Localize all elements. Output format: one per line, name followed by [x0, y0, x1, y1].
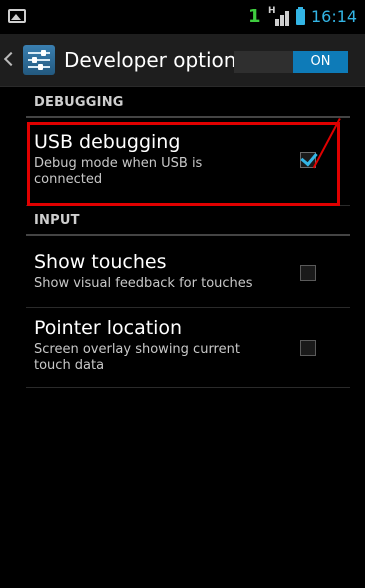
gallery-notification-icon [8, 9, 26, 23]
hspa-signal-icon: H [268, 6, 292, 26]
section-header-input: INPUT [26, 206, 350, 236]
settings-sliders-icon[interactable] [23, 45, 55, 75]
pref-summary: Show visual feedback for touches [34, 276, 253, 291]
pref-show-touches[interactable]: Show touches Show visual feedback for to… [26, 244, 350, 308]
pref-summary: Screen overlay showing current touch dat… [34, 342, 240, 373]
battery-icon [296, 7, 305, 25]
sim-one-icon: 1 [248, 6, 261, 27]
network-type-label: H [268, 6, 276, 16]
pref-title: Pointer location [34, 317, 183, 339]
action-bar: Developer options ON [0, 34, 365, 87]
pointer-location-checkbox[interactable] [300, 340, 316, 356]
page-title: Developer options [64, 48, 247, 72]
switch-on-label: ON [293, 51, 348, 73]
status-bar: 1 H 16:14 [0, 0, 365, 34]
show-touches-checkbox[interactable] [300, 265, 316, 281]
status-time: 16:14 [311, 7, 358, 26]
back-caret-icon[interactable] [3, 51, 19, 67]
developer-options-switch[interactable]: ON [234, 51, 348, 73]
section-header-debugging: DEBUGGING [26, 88, 350, 118]
pref-pointer-location[interactable]: Pointer location Screen overlay showing … [26, 310, 350, 388]
highlight-annotation [27, 122, 340, 206]
